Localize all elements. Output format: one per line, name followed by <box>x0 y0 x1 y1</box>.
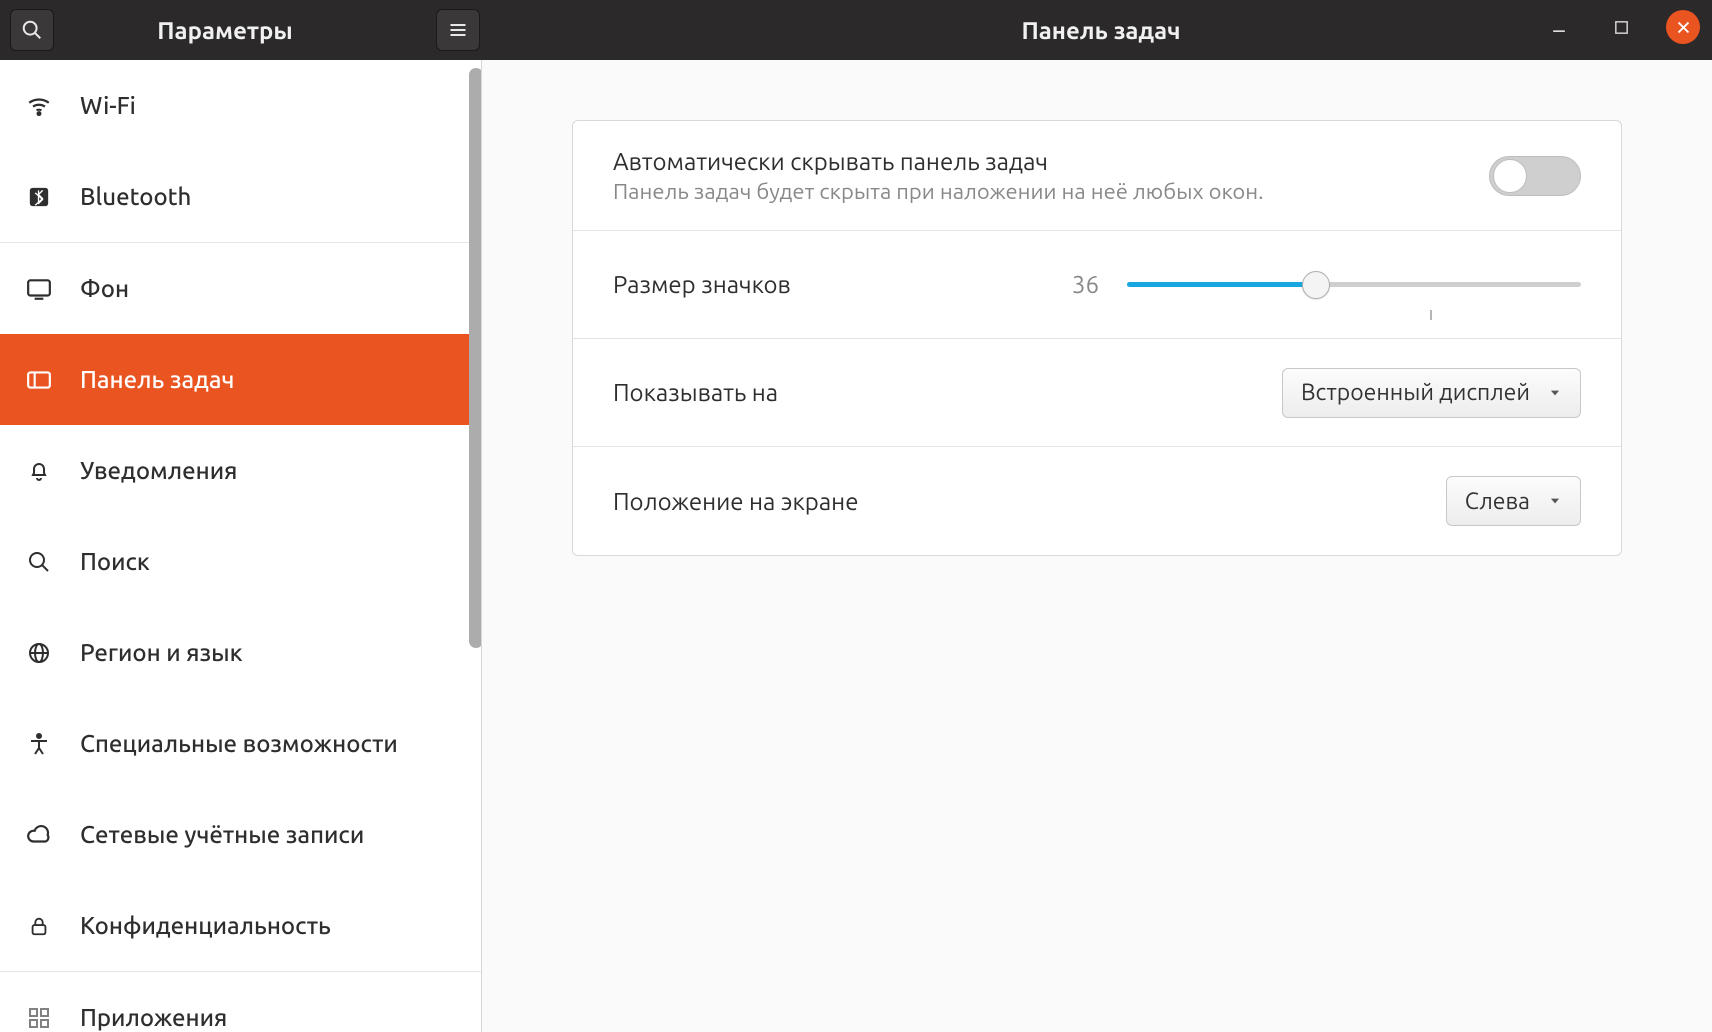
sidebar-item-apps[interactable]: Приложения <box>0 972 481 1032</box>
sidebar-item-search[interactable]: Поиск <box>0 516 481 607</box>
headerbar: Параметры Панель задач <box>0 0 1712 60</box>
sidebar-item-label: Сетевые учётные записи <box>80 821 364 848</box>
background-icon <box>26 276 52 302</box>
accessibility-icon <box>26 731 52 757</box>
sidebar-item-label: Фон <box>80 275 129 302</box>
close-button[interactable] <box>1666 10 1700 44</box>
sidebar-item-notifications[interactable]: Уведомления <box>0 425 481 516</box>
apps-icon <box>26 1005 52 1031</box>
sidebar-item-label: Bluetooth <box>80 183 191 210</box>
page-title: Панель задач <box>1021 17 1180 44</box>
icon-size-label: Размер значков <box>613 271 791 298</box>
icon-size-control: 36 <box>1055 268 1581 302</box>
sidebar-item-wifi[interactable]: Wi-Fi <box>0 60 481 151</box>
chevron-down-icon <box>1548 386 1562 400</box>
show-on-label: Показывать на <box>613 379 778 406</box>
position-label: Положение на экране <box>613 488 858 515</box>
settings-panel: Автоматически скрывать панель задач Пане… <box>572 120 1622 556</box>
maximize-button[interactable] <box>1604 10 1638 44</box>
sidebar-item-online-accounts[interactable]: Сетевые учётные записи <box>0 789 481 880</box>
content: Автоматически скрывать панель задач Пане… <box>482 60 1712 1032</box>
search-icon <box>26 549 52 575</box>
slider-track <box>1127 282 1581 287</box>
sidebar-list: Wi-Fi Bluetooth Фон <box>0 60 481 1032</box>
slider-tick <box>1430 310 1432 320</box>
wifi-icon <box>26 93 52 119</box>
bell-icon <box>26 458 52 484</box>
chevron-down-icon <box>1548 494 1562 508</box>
globe-icon <box>26 640 52 666</box>
show-on-combo[interactable]: Встроенный дисплей <box>1282 368 1581 418</box>
lock-icon <box>26 913 52 939</box>
position-combo[interactable]: Слева <box>1446 476 1581 526</box>
row-labels: Автоматически скрывать панель задач Пане… <box>613 148 1489 204</box>
autohide-title: Автоматически скрывать панель задач <box>613 148 1489 175</box>
sidebar-item-label: Приложения <box>80 1004 227 1031</box>
icon-size-value: 36 <box>1055 271 1099 298</box>
close-icon <box>1675 19 1692 36</box>
row-position: Положение на экране Слева <box>573 447 1621 555</box>
window-controls <box>1542 10 1700 44</box>
minimize-icon <box>1549 17 1569 37</box>
headerbar-right: Панель задач <box>490 0 1712 60</box>
dock-icon <box>26 367 52 393</box>
position-value: Слева <box>1465 489 1530 514</box>
sidebar-item-label: Специальные возможности <box>80 730 398 757</box>
cloud-icon <box>26 822 52 848</box>
autohide-switch[interactable] <box>1489 156 1581 196</box>
sidebar-item-label: Регион и язык <box>80 639 243 666</box>
sidebar-item-label: Уведомления <box>80 457 237 484</box>
hamburger-icon <box>448 20 468 40</box>
sidebar-item-label: Поиск <box>80 548 150 575</box>
sidebar-item-dock[interactable]: Панель задач <box>0 334 481 425</box>
sidebar-item-privacy[interactable]: Конфиденциальность <box>0 880 481 971</box>
headerbar-left: Параметры <box>0 0 490 60</box>
switch-knob <box>1493 159 1527 193</box>
row-autohide: Автоматически скрывать панель задач Пане… <box>573 121 1621 231</box>
sidebar-item-label: Wi-Fi <box>80 92 136 119</box>
bluetooth-icon <box>26 184 52 210</box>
slider-fill <box>1127 282 1316 287</box>
sidebar: Wi-Fi Bluetooth Фон <box>0 60 482 1032</box>
body: Wi-Fi Bluetooth Фон <box>0 60 1712 1032</box>
sidebar-item-background[interactable]: Фон <box>0 243 481 334</box>
sidebar-item-region[interactable]: Регион и язык <box>0 607 481 698</box>
autohide-subtitle: Панель задач будет скрыта при наложении … <box>613 179 1489 204</box>
scrollbar[interactable] <box>469 68 482 648</box>
sidebar-item-label: Панель задач <box>80 366 234 393</box>
sidebar-item-accessibility[interactable]: Специальные возможности <box>0 698 481 789</box>
app-title: Параметры <box>14 17 436 44</box>
minimize-button[interactable] <box>1542 10 1576 44</box>
hamburger-button[interactable] <box>436 9 480 51</box>
icon-size-slider[interactable] <box>1127 268 1581 302</box>
row-icon-size: Размер значков 36 <box>573 231 1621 339</box>
show-on-value: Встроенный дисплей <box>1301 380 1530 405</box>
row-show-on: Показывать на Встроенный дисплей <box>573 339 1621 447</box>
slider-thumb[interactable] <box>1302 271 1330 299</box>
sidebar-item-bluetooth[interactable]: Bluetooth <box>0 151 481 242</box>
maximize-icon <box>1613 19 1630 36</box>
sidebar-item-label: Конфиденциальность <box>80 912 331 939</box>
